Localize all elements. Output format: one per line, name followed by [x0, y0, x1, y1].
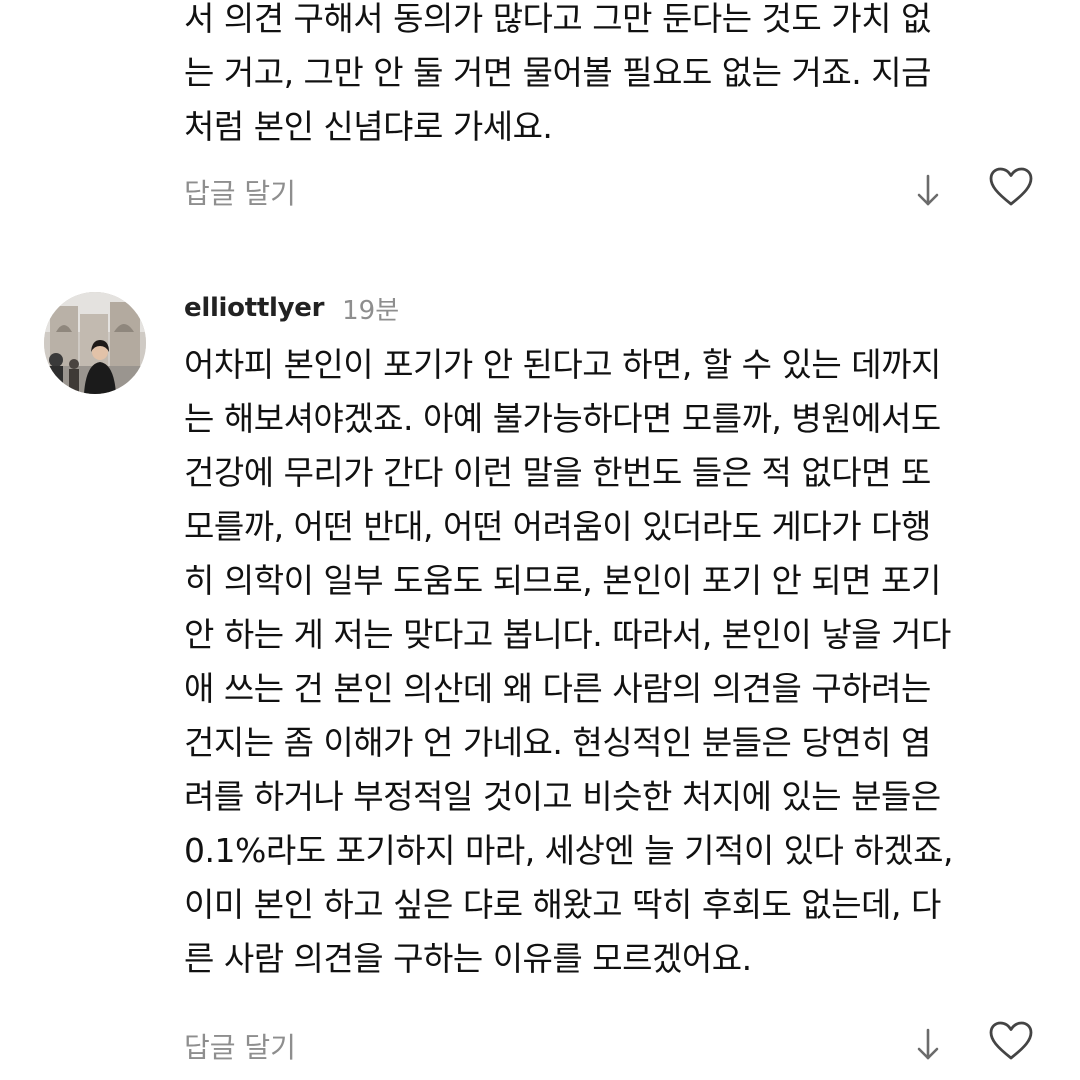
- reply-button[interactable]: 답글 달기: [184, 172, 296, 212]
- comment-text: 서 의견 구해서 동의가 많다고 그만 둔다는 것도 가치 없 는 거고, 그만…: [184, 0, 931, 146]
- username-link[interactable]: elliottlyer: [184, 293, 324, 323]
- comment-actions: 답글 달기: [184, 1020, 1040, 1068]
- comment-text: 어차피 본인이 포기가 안 된다고 하면, 할 수 있는 데까지 는 해보셔야겠…: [184, 345, 953, 978]
- reply-button[interactable]: 답글 달기: [184, 1026, 296, 1066]
- comment-actions: 답글 달기: [184, 166, 1040, 214]
- heart-outline-icon[interactable]: [988, 1020, 1034, 1062]
- down-arrow-icon[interactable]: [910, 170, 946, 210]
- down-arrow-icon[interactable]: [910, 1024, 946, 1064]
- heart-outline-icon[interactable]: [988, 166, 1034, 208]
- comment-header: elliottlyer 19분: [184, 288, 399, 328]
- comment-timestamp: 19분: [342, 295, 400, 326]
- avatar[interactable]: [44, 292, 146, 394]
